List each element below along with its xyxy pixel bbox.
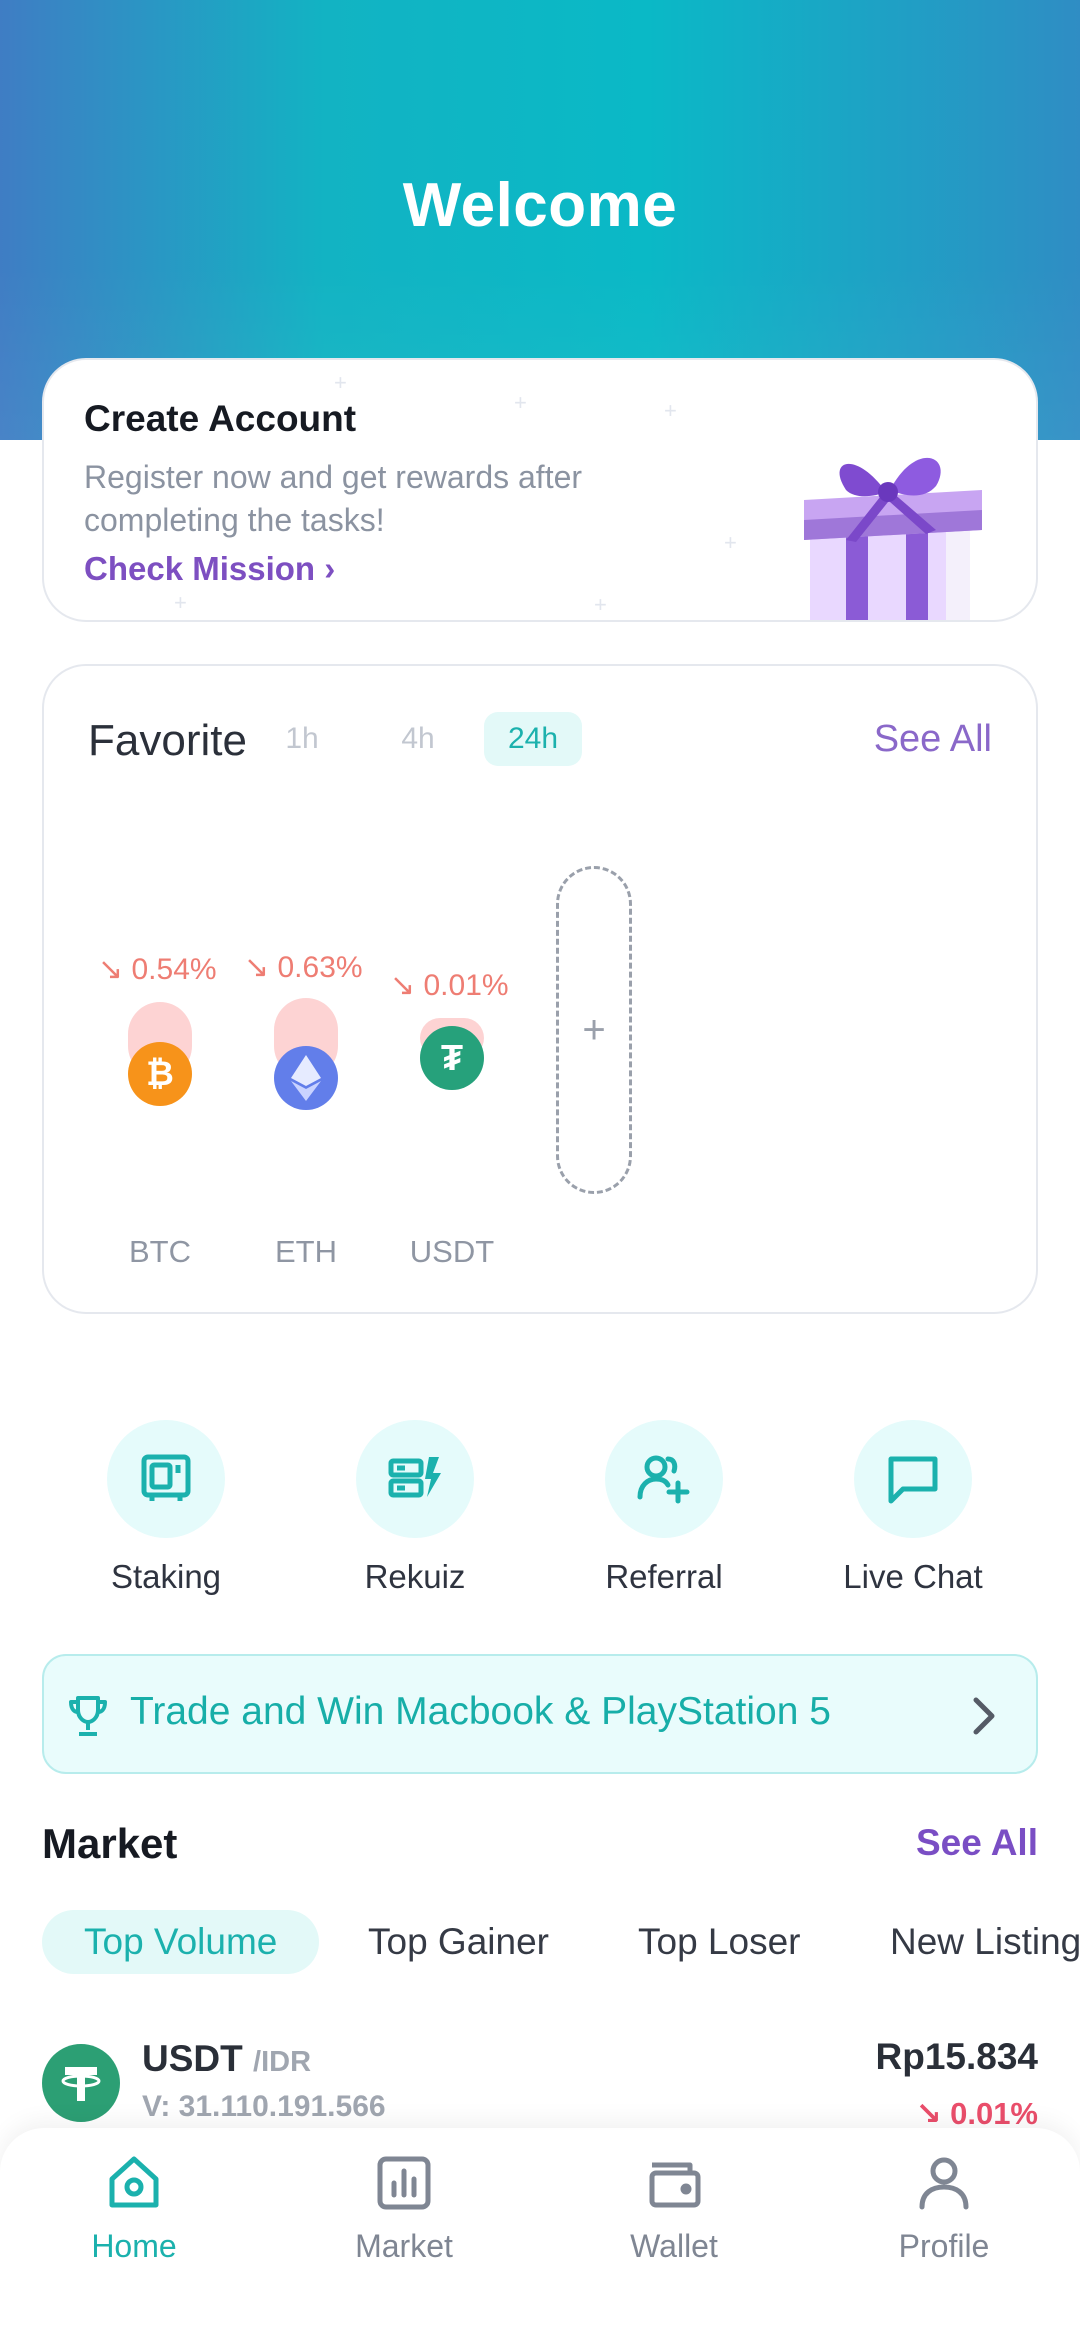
market-row-symbol: USDT /IDR [142,2038,312,2079]
add-favorite-button[interactable]: + [556,866,632,1194]
market-row-price: Rp15.834 [875,2036,1039,2077]
wallet-icon [639,2148,709,2218]
arrow-down-right-icon: ↘ [244,951,270,984]
sparkle-decoration: + [334,370,347,395]
arrow-down-right-icon: ↘ [390,969,416,1002]
create-account-card[interactable]: + + + + + + Create Account Register now … [42,358,1038,622]
shortcut-referral[interactable]: Referral [564,1420,764,1596]
shortcut-rekuiz[interactable]: Rekuiz [315,1420,515,1596]
tab-top-loser[interactable]: Top Loser [638,1910,801,1974]
eth-label: ETH [275,1234,337,1269]
nav-home[interactable]: Home [34,2148,234,2265]
nav-wallet[interactable]: Wallet [574,2148,774,2265]
tab-top-volume[interactable]: Top Volume [42,1910,320,1974]
sparkle-decoration: + [174,590,187,615]
home-icon [99,2148,169,2218]
promo-banner[interactable]: Trade and Win Macbook & PlayStation 5 [42,1654,1038,1774]
btc-coin-icon[interactable]: ₿ [128,1042,192,1106]
market-see-all[interactable]: See All [916,1822,1038,1864]
tab-new-listing[interactable]: New Listing [890,1910,1080,1974]
check-mission-link[interactable]: Check Mission › [84,550,335,588]
nav-label: Wallet [630,2228,718,2264]
quiz-icon [356,1420,474,1538]
timeframe-4h[interactable]: 4h [378,712,458,766]
shortcut-label: Live Chat [843,1558,983,1595]
market-row-change: ↘ 0.01% [915,2096,1038,2131]
create-account-title: Create Account [84,398,357,439]
shortcut-label: Referral [605,1558,723,1595]
market-title: Market [42,1820,178,1867]
chevron-right-icon [973,1697,995,1735]
nav-label: Profile [898,2228,990,2264]
favorite-card: Favorite 1h 4h 24h See All ↘ 0.54% ₿ BTC… [42,664,1038,1314]
timeframe-1h[interactable]: 1h [272,712,332,766]
nav-label: Market [355,2228,453,2264]
favorite-title: Favorite [88,716,247,765]
market-row-volume: V: 31.110.191.566 [142,2090,386,2123]
sparkle-decoration: + [514,390,527,415]
arrow-down-right-icon: ↘ [98,953,124,986]
bar-chart-icon [369,2148,439,2218]
timeframe-24h[interactable]: 24h [484,712,582,766]
add-user-icon [605,1420,723,1538]
shortcut-label: Rekuiz [364,1558,466,1595]
person-icon [909,2148,979,2218]
tab-top-gainer[interactable]: Top Gainer [368,1910,549,1974]
gift-box-icon [804,457,982,620]
page-title: Welcome [402,171,678,240]
nav-market[interactable]: Market [304,2148,504,2265]
favorite-see-all[interactable]: See All [874,718,992,761]
eth-coin-icon[interactable] [274,1046,338,1110]
usdt-coin-icon[interactable]: ₮ [420,1026,484,1090]
promo-text: Trade and Win Macbook & PlayStation 5 [130,1690,831,1733]
usdt-label: USDT [409,1234,495,1269]
btc-label: BTC [129,1234,191,1269]
sparkle-decoration: + [664,398,677,423]
bottom-navigation: Home Market Wallet Profile [0,2128,1080,2340]
create-account-description: Register now and get rewards after compl… [84,459,583,538]
safe-box-icon [107,1420,225,1538]
sparkle-decoration: + [594,592,607,617]
shortcut-label: Staking [110,1558,222,1595]
nav-profile[interactable]: Profile [844,2148,1044,2265]
shortcut-live-chat[interactable]: Live Chat [813,1420,1013,1596]
nav-label: Home [91,2228,177,2264]
sparkle-decoration: + [724,530,737,555]
arrow-down-right-icon: ↘ [915,2096,942,2131]
market-row-pair: /IDR [253,2046,312,2078]
trophy-icon [69,1696,107,1736]
usdt-coin-icon [42,2044,120,2122]
shortcut-staking[interactable]: Staking [66,1420,266,1596]
chat-bubble-icon [854,1420,972,1538]
